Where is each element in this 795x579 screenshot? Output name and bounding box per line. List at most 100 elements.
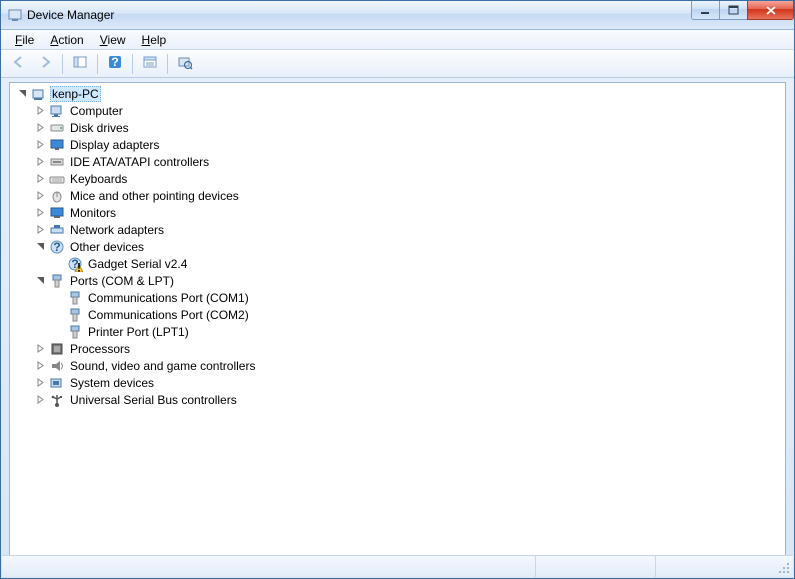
toolbar-separator <box>132 54 133 74</box>
expand-arrow-icon[interactable] <box>34 223 47 236</box>
window-controls <box>692 1 794 29</box>
back-arrow-icon <box>11 54 27 73</box>
tree-category-node[interactable]: Monitors <box>12 204 783 221</box>
system-icon <box>49 375 65 391</box>
expand-arrow-icon[interactable] <box>34 189 47 202</box>
other-icon: ? <box>49 239 65 255</box>
tree-category-node[interactable]: Display adapters <box>12 136 783 153</box>
monitor-icon <box>49 205 65 221</box>
forward-arrow-icon <box>37 54 53 73</box>
menu-help[interactable]: Help <box>134 31 175 49</box>
expand-arrow-icon[interactable] <box>34 376 47 389</box>
display-icon <box>49 137 65 153</box>
window-title: Device Manager <box>27 8 692 22</box>
tree-category-node[interactable]: IDE ATA/ATAPI controllers <box>12 153 783 170</box>
mouse-icon <box>49 188 65 204</box>
tree-node-label: System devices <box>68 376 156 390</box>
tree-device-node[interactable]: Communications Port (COM2) <box>12 306 783 323</box>
menu-view[interactable]: View <box>92 31 134 49</box>
tree-node-label: Universal Serial Bus controllers <box>68 393 239 407</box>
expand-arrow-icon[interactable] <box>34 121 47 134</box>
tree-device-node[interactable]: Printer Port (LPT1) <box>12 323 783 340</box>
expand-arrow-icon[interactable] <box>34 138 47 151</box>
tree-category-node[interactable]: Ports (COM & LPT) <box>12 272 783 289</box>
keyboard-icon <box>49 171 65 187</box>
titlebar[interactable]: Device Manager <box>1 1 794 30</box>
scan-hardware-icon <box>177 54 193 73</box>
port-icon <box>67 290 83 306</box>
toolbar-forward-button[interactable] <box>33 53 57 75</box>
menu-action[interactable]: Action <box>42 31 91 49</box>
tree-category-node[interactable]: ? Other devices <box>12 238 783 255</box>
warning-icon: ?! <box>67 256 83 272</box>
status-cell-2 <box>535 556 655 577</box>
menubar: File Action View Help <box>1 30 794 50</box>
computer-icon <box>49 103 65 119</box>
toolbar-scan-button[interactable] <box>173 53 197 75</box>
device-tree-pane[interactable]: kenp-PC Computer Disk drivesDisplay adapte… <box>9 82 786 573</box>
usb-icon <box>49 392 65 408</box>
toolbar-help-button[interactable]: ? <box>103 53 127 75</box>
expand-arrow-icon[interactable] <box>34 206 47 219</box>
toolbar: ? <box>1 50 794 78</box>
expand-arrow-icon[interactable] <box>34 359 47 372</box>
collapse-arrow-icon[interactable] <box>34 240 47 253</box>
collapse-arrow-icon[interactable] <box>16 87 29 100</box>
tree-node-label: Other devices <box>68 240 146 254</box>
tree-device-node[interactable]: Communications Port (COM1) <box>12 289 783 306</box>
tree-node-label: IDE ATA/ATAPI controllers <box>68 155 211 169</box>
port-icon <box>67 307 83 323</box>
tree-category-node[interactable]: Keyboards <box>12 170 783 187</box>
tree-category-node[interactable]: Universal Serial Bus controllers <box>12 391 783 408</box>
network-icon <box>49 222 65 238</box>
svg-text:?: ? <box>111 55 118 69</box>
menu-file[interactable]: File <box>7 31 42 49</box>
expand-arrow-icon[interactable] <box>34 342 47 355</box>
sound-icon <box>49 358 65 374</box>
toolbar-separator <box>167 54 168 74</box>
root-icon <box>31 86 47 102</box>
tree-category-node[interactable]: Computer <box>12 102 783 119</box>
port-icon <box>49 273 65 289</box>
close-button[interactable] <box>747 1 794 20</box>
toolbar-properties-button[interactable] <box>138 53 162 75</box>
resize-grip[interactable] <box>775 556 793 577</box>
tree-category-node[interactable]: Sound, video and game controllers <box>12 357 783 374</box>
tree-node-label: Monitors <box>68 206 118 220</box>
tree-node-label: Disk drives <box>68 121 131 135</box>
tree-category-node[interactable]: System devices <box>12 374 783 391</box>
expand-arrow-icon[interactable] <box>34 104 47 117</box>
toolbar-separator <box>62 54 63 74</box>
expand-arrow-icon[interactable] <box>34 393 47 406</box>
tree-node-label: Computer <box>68 104 125 118</box>
tree-category-node[interactable]: Processors <box>12 340 783 357</box>
toolbar-show-hide-tree-button[interactable] <box>68 53 92 75</box>
tree-device-node[interactable]: ?!Gadget Serial v2.4 <box>12 255 783 272</box>
ide-icon <box>49 154 65 170</box>
tree-node-label: Mice and other pointing devices <box>68 189 241 203</box>
tree-node-label: Ports (COM & LPT) <box>68 274 176 288</box>
toolbar-separator <box>97 54 98 74</box>
svg-text:!: ! <box>77 260 81 272</box>
port-icon <box>67 324 83 340</box>
tree-node-label: kenp-PC <box>50 86 101 102</box>
tree-category-node[interactable]: Disk drives <box>12 119 783 136</box>
properties-icon <box>142 54 158 73</box>
toolbar-back-button[interactable] <box>7 53 31 75</box>
status-cell-3 <box>655 556 775 577</box>
svg-text:?: ? <box>53 240 60 254</box>
expand-arrow-icon[interactable] <box>34 172 47 185</box>
tree-category-node[interactable]: Network adapters <box>12 221 783 238</box>
disk-icon <box>49 120 65 136</box>
minimize-button[interactable] <box>691 1 720 20</box>
tree-node-label: Sound, video and game controllers <box>68 359 257 373</box>
maximize-button[interactable] <box>719 1 748 20</box>
tree-node-label: Keyboards <box>68 172 129 186</box>
status-cell-1 <box>2 556 535 577</box>
expand-arrow-icon[interactable] <box>34 155 47 168</box>
tree-root-node[interactable]: kenp-PC <box>12 85 783 102</box>
tree-node-label: Gadget Serial v2.4 <box>86 257 189 271</box>
collapse-arrow-icon[interactable] <box>34 274 47 287</box>
tree-category-node[interactable]: Mice and other pointing devices <box>12 187 783 204</box>
tree-node-label: Communications Port (COM1) <box>86 291 251 305</box>
